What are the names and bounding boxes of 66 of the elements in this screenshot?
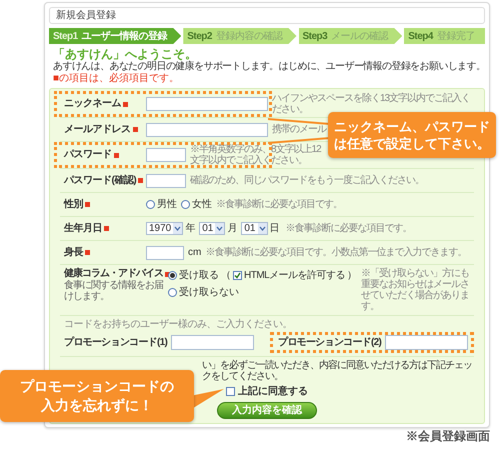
required-note: ■の項目は、必須項目です。 (53, 73, 180, 85)
agree-checkbox[interactable] (226, 387, 235, 396)
select-box[interactable]: 01 (241, 222, 268, 235)
password-input[interactable] (146, 148, 186, 162)
checkbox-label: HTMLメールを許可する (244, 268, 346, 283)
field-label: パスワード (64, 149, 112, 161)
field-sublabel: 食事に関する情報をお届けします。 (64, 280, 164, 302)
step-label: メールの確認 (331, 30, 388, 44)
field-label: プロモーションコード(2) (278, 335, 382, 350)
radio-label: 受け取らない (179, 286, 239, 300)
radio-label: 女性 (192, 198, 212, 212)
field-label: プロモーションコード(1) (64, 335, 168, 350)
unit-label: 年 (185, 222, 196, 236)
select-box[interactable]: 01 (199, 222, 226, 235)
radio-label: 男性 (157, 198, 177, 212)
dropdown-icon (215, 223, 224, 234)
intro-text: あすけんは、あなたの明日の健康をサポートします。はじめに、ユーザー情報の登録をお願いします。 (53, 61, 481, 72)
unit-label: 日 (270, 222, 280, 236)
callout-box: ニックネーム、パスワード は任意で設定して下さい。 (328, 112, 496, 158)
step-number: Step4 (408, 30, 433, 44)
hint-text: ※食事診断に必要な項目です。 (216, 199, 343, 210)
promo-caption: コードをお持ちのユーザー様のみ、ご入力ください。 (63, 319, 293, 330)
unit-label: cm (188, 246, 202, 260)
field-label: 健康コラム・アドバイス (64, 268, 163, 280)
step-number: Step1 (53, 30, 78, 44)
step-label: 登録内容の確認 (216, 30, 282, 44)
select-box[interactable]: 1970 (146, 222, 184, 235)
radio-button[interactable] (168, 288, 177, 297)
step-label: 登録完了 (436, 30, 475, 44)
field-label: 生年月日 (64, 222, 102, 234)
hint-text: ハイフンやスペースを除く13文字以内でご記入ください。 (272, 93, 472, 115)
hint-text: ※「受け取らない」方にも重要なお知らせはメールさせていただく場合があります。 (361, 268, 470, 312)
field-label: パスワード(確認) (64, 174, 136, 186)
step-number: Step3 (302, 30, 328, 44)
text-input[interactable] (146, 97, 268, 111)
hint-text: ※食事診断に必要な項目です。 (286, 223, 412, 234)
callout-box: プロモーションコードの 入力を忘れずに！ (0, 370, 194, 422)
password-input[interactable] (146, 174, 186, 188)
bracket-text: ） (347, 269, 358, 283)
checkbox-label: 上記に同意する (238, 384, 308, 399)
image-caption: ※会員登録画面 (406, 429, 490, 443)
field-label: 性別 (64, 198, 83, 210)
number-input[interactable] (146, 246, 184, 260)
radio-button[interactable] (168, 271, 177, 280)
radio-label: 受け取る (179, 268, 219, 283)
step-label: ユーザー情報の登録 (82, 30, 168, 44)
field-label: 身長 (64, 246, 83, 258)
bracket-text: （ (221, 269, 231, 283)
hint-text: 携帯のメール (272, 124, 326, 135)
field-label: ニックネーム (64, 98, 121, 110)
field-label: メールアドレス (64, 124, 130, 136)
hint-text: ※食事診断に必要な項目です。小数点第一位まで入力できます。 (205, 247, 468, 258)
radio-button[interactable] (146, 200, 155, 209)
hint-text: 確認のため、同じパスワードをもう一度ご記入ください。 (190, 175, 425, 186)
promo-code-input[interactable] (171, 335, 254, 350)
step-number: Step2 (187, 30, 212, 44)
html-mail-checkbox[interactable] (233, 271, 242, 280)
text-input[interactable] (146, 122, 268, 136)
welcome-heading: 「あすけん」へようこそ。 (53, 47, 198, 61)
dropdown-icon (258, 223, 266, 234)
promo-code-input[interactable] (385, 335, 468, 350)
page-title: 新規会員登録 (49, 7, 485, 24)
dropdown-icon (173, 223, 182, 234)
radio-button[interactable] (181, 200, 190, 209)
terms-text: い」を必ずご一読いただき、内容に同意いただける方は下記チェックをしてください。 (202, 360, 473, 382)
unit-label: 月 (227, 222, 238, 236)
